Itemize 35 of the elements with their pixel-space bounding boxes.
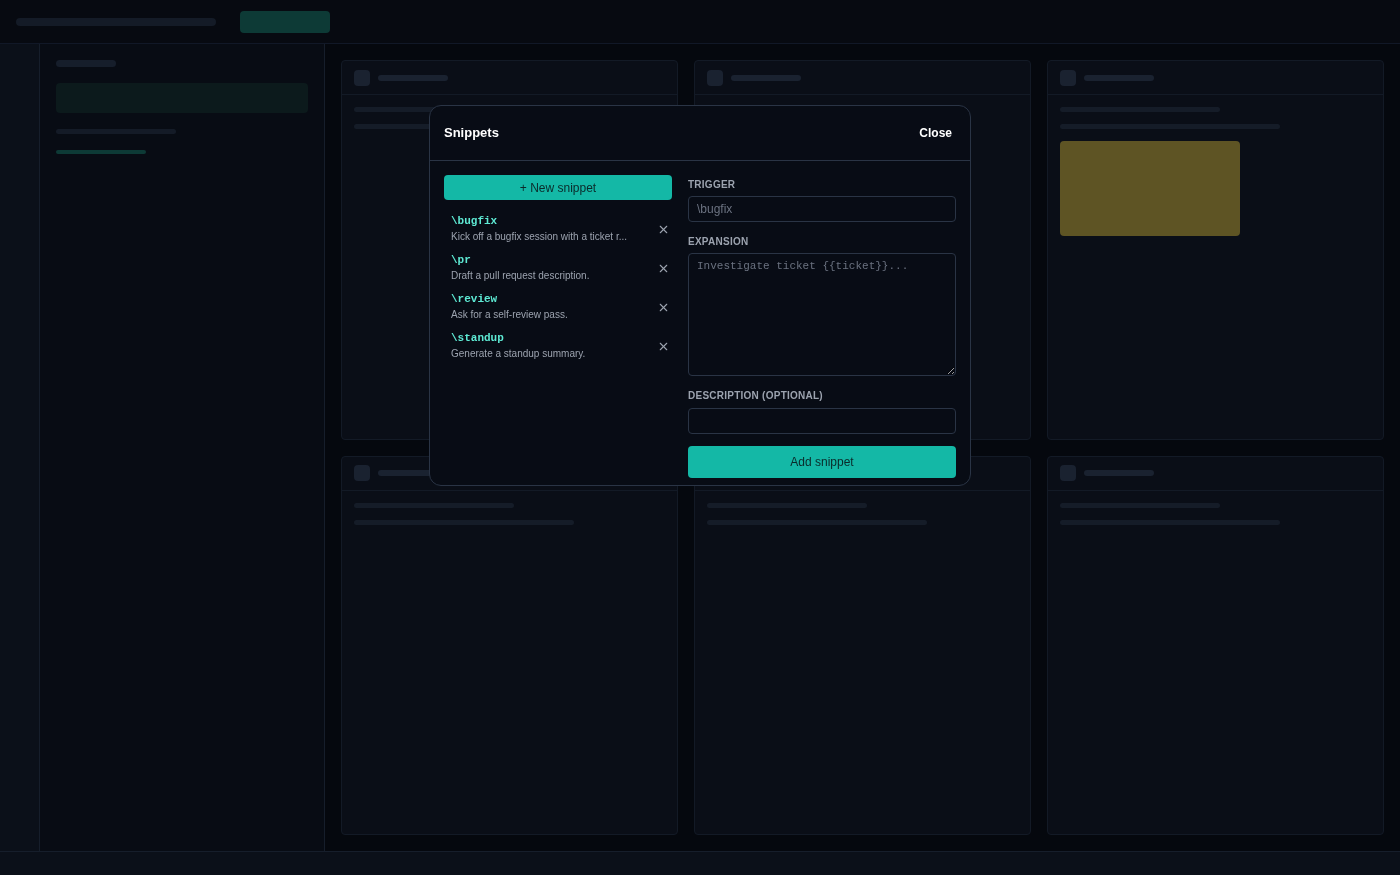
delete-icon[interactable] xyxy=(657,223,670,236)
snippet-item[interactable]: \pr Draft a pull request description. xyxy=(444,252,672,285)
snippet-description: Kick off a bugfix session with a ticket r... xyxy=(451,229,627,244)
pane-icon xyxy=(1060,69,1076,86)
trigger-field[interactable]: \bugfix xyxy=(688,196,956,222)
pane-icon xyxy=(354,69,370,86)
pane-icon xyxy=(354,465,370,481)
snippet-trigger: \review xyxy=(451,293,499,305)
snippet-description: Ask for a self-review pass. xyxy=(451,307,568,322)
add-snippet-button[interactable]: Add snippet xyxy=(688,446,956,478)
description-field[interactable] xyxy=(688,408,956,434)
placeholder-bar xyxy=(1084,470,1154,476)
description-label: DESCRIPTION (OPTIONAL) xyxy=(688,389,824,403)
delete-icon[interactable] xyxy=(657,262,670,275)
placeholder-bar xyxy=(731,74,801,81)
snippet-item[interactable]: \review Ask for a self-review pass. xyxy=(444,291,672,324)
placeholder-bar xyxy=(378,74,448,81)
pane-icon xyxy=(707,69,723,86)
snippet-description: Generate a standup summary. xyxy=(451,346,586,361)
snippet-item[interactable]: \bugfix Kick off a bugfix session with a ticket r... xyxy=(444,213,672,246)
delete-icon[interactable] xyxy=(657,340,670,353)
dialog-title: Snippets xyxy=(444,124,499,143)
snippet-trigger: \bugfix xyxy=(451,215,499,227)
snippet-item[interactable]: \standup Generate a standup summary. xyxy=(444,330,672,363)
close-button[interactable]: Close xyxy=(919,124,956,142)
snippet-trigger: \pr xyxy=(451,254,472,266)
delete-icon[interactable] xyxy=(657,301,670,314)
snippet-description: Draft a pull request description. xyxy=(451,268,590,283)
expansion-field[interactable]: Investigate ticket {{ticket}}... xyxy=(688,253,956,376)
trigger-label: TRIGGER xyxy=(688,178,737,192)
placeholder-bar xyxy=(1084,74,1154,81)
pane-icon xyxy=(1060,465,1076,481)
new-snippet-button[interactable]: + New snippet xyxy=(444,175,672,200)
expansion-label: EXPANSION xyxy=(688,235,750,249)
snippet-trigger: \standup xyxy=(451,332,505,344)
